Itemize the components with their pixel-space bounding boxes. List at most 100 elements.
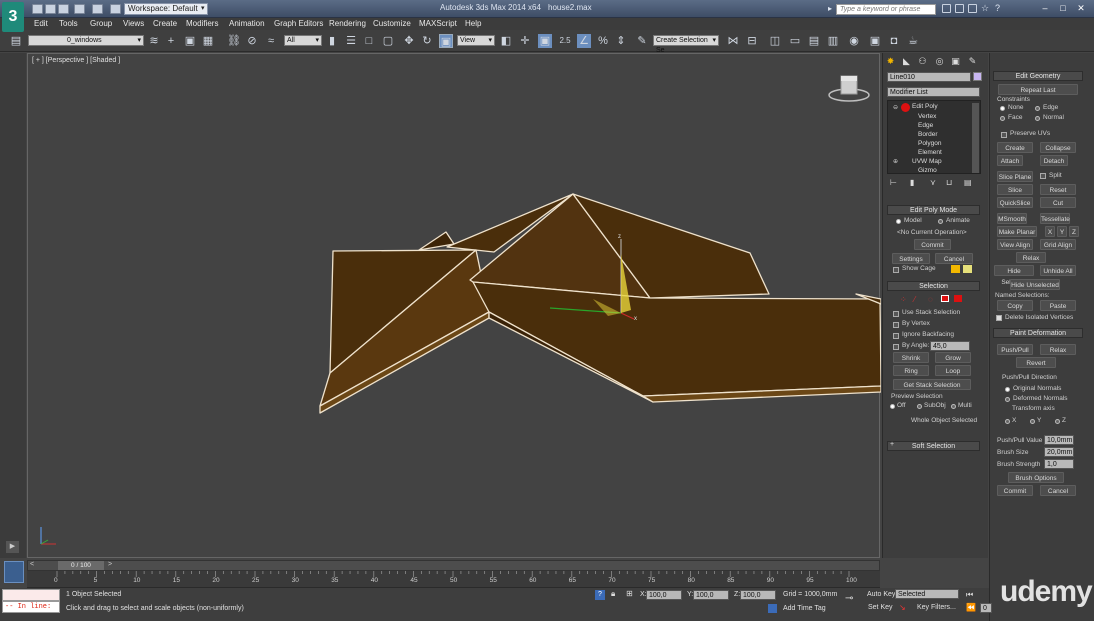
angle-snap-icon[interactable]: ∠	[577, 34, 591, 48]
undo-icon[interactable]	[74, 4, 85, 14]
select-by-name-icon[interactable]: ☰	[344, 34, 358, 48]
create-layer-icon[interactable]: +	[164, 34, 178, 48]
workspace-dropdown[interactable]: Workspace: Default	[124, 3, 208, 15]
hide-unselected-button[interactable]: Hide Unselected	[1010, 279, 1060, 290]
collapse-button[interactable]: Collapse	[1040, 142, 1076, 153]
mini-curve-editor-icon[interactable]	[4, 561, 24, 583]
preserve-uvs-checkbox[interactable]	[1001, 132, 1007, 138]
prev-frame-icon[interactable]: <	[30, 561, 34, 568]
render-setup-icon[interactable]: ▣	[868, 34, 882, 48]
planar-z-button[interactable]: Z	[1069, 226, 1079, 237]
key-filters-button[interactable]: Key Filters...	[917, 604, 956, 611]
ignore-backfacing-checkbox[interactable]	[893, 333, 899, 339]
selection-rollout[interactable]: Selection	[887, 281, 980, 291]
remove-modifier-icon[interactable]: ⊔	[946, 178, 952, 187]
maximize-button[interactable]: □	[1056, 3, 1070, 14]
search-input[interactable]: Type a keyword or phrase	[836, 4, 936, 15]
ring-button[interactable]: Ring	[893, 365, 929, 376]
edit-geometry-rollout[interactable]: Edit Geometry	[993, 71, 1083, 81]
slice-button[interactable]: Slice	[997, 184, 1033, 195]
expand-icon[interactable]: ⊖	[893, 104, 898, 111]
pivot-center-icon[interactable]: ◧	[499, 34, 513, 48]
close-button[interactable]: ✕	[1074, 3, 1088, 14]
brush-options-button[interactable]: Brush Options	[1008, 472, 1064, 483]
open-icon[interactable]	[45, 4, 56, 14]
tessellate-button[interactable]: Tessellate	[1040, 213, 1070, 224]
minimize-button[interactable]: –	[1038, 3, 1052, 14]
shrink-button[interactable]: Shrink	[893, 352, 929, 363]
help-icon[interactable]: ?	[995, 3, 1000, 13]
preview-subobj-radio[interactable]	[917, 404, 922, 409]
select-object-icon[interactable]: ▮	[325, 34, 339, 48]
push-pull-button[interactable]: Push/Pull	[997, 344, 1033, 355]
time-slider[interactable]: < 0 / 100 >	[27, 560, 880, 571]
layer-dropdown[interactable]: 0_windows	[28, 35, 144, 46]
edge-mode-icon[interactable]: ⁄	[914, 295, 915, 304]
display-tab-icon[interactable]: ▣	[949, 55, 962, 67]
menu-animation[interactable]: Animation	[229, 19, 265, 29]
paint-commit-button[interactable]: Commit	[997, 485, 1033, 496]
cage-selected-color-swatch[interactable]	[963, 265, 972, 273]
hierarchy-tab-icon[interactable]: ⚇	[916, 55, 929, 67]
play-icon[interactable]: ▶	[6, 541, 19, 553]
layer-manager-icon[interactable]: ▤	[9, 34, 23, 48]
element-mode-icon[interactable]	[954, 295, 962, 302]
make-planar-button[interactable]: Make Planar	[997, 226, 1037, 237]
cut-button[interactable]: Cut	[1040, 197, 1076, 208]
menu-rendering[interactable]: Rendering	[329, 19, 366, 29]
paint-cancel-button[interactable]: Cancel	[1040, 485, 1076, 496]
cage-color-swatch[interactable]	[951, 265, 960, 273]
current-frame-field[interactable]: 0	[980, 603, 992, 613]
model-radio[interactable]	[896, 219, 901, 224]
stack-item-gizmo[interactable]: Gizmo	[918, 167, 937, 175]
delete-isolated-checkbox[interactable]	[996, 315, 1002, 321]
mirror-icon[interactable]: ⋈	[726, 34, 740, 48]
constraint-edge-radio[interactable]	[1035, 106, 1040, 111]
menu-edit[interactable]: Edit	[34, 19, 48, 29]
named-selection-dropdown[interactable]: Create Selection Se	[653, 35, 719, 54]
app-logo-button[interactable]: 3	[2, 2, 24, 32]
new-icon[interactable]	[32, 4, 43, 14]
deformed-normals-radio[interactable]	[1005, 397, 1010, 402]
keyboard-shortcut-icon[interactable]: ▣	[538, 34, 552, 48]
stack-item-edit-poly[interactable]: Edit Poly	[912, 103, 938, 111]
utilities-tab-icon[interactable]: ✎	[966, 55, 979, 67]
loop-button[interactable]: Loop	[935, 365, 971, 376]
relax-button[interactable]: Relax	[1016, 252, 1046, 263]
angle-value-field[interactable]: 45,0	[930, 341, 970, 351]
stack-scrollbar[interactable]	[972, 103, 979, 173]
set-key-button[interactable]: Set Key	[868, 604, 893, 611]
border-mode-icon[interactable]: ◌	[928, 295, 933, 304]
graphite-toolbar-icon[interactable]: ▭	[788, 34, 802, 48]
planar-x-button[interactable]: X	[1045, 226, 1055, 237]
split-checkbox[interactable]	[1040, 173, 1046, 179]
layer-properties-icon[interactable]: ▦	[201, 34, 215, 48]
reference-coord-dropdown[interactable]: View	[457, 35, 495, 46]
bind-space-warp-icon[interactable]: ≈	[264, 34, 278, 48]
original-normals-radio[interactable]	[1005, 387, 1010, 392]
paint-relax-button[interactable]: Relax	[1040, 344, 1076, 355]
constraint-normal-radio[interactable]	[1035, 116, 1040, 121]
menu-group[interactable]: Group	[90, 19, 112, 29]
go-to-start-icon[interactable]: ⏮	[966, 590, 973, 600]
expand-icon[interactable]: ⊕	[893, 158, 898, 165]
menu-customize[interactable]: Customize	[373, 19, 411, 29]
timeline-ruler[interactable]: 0 5 10 15 20 25 30 35 40 45 50 55 60 65 70 75 80 85 90 95 10…	[27, 571, 880, 588]
edit-named-selection-icon[interactable]: ✎	[635, 34, 649, 48]
rendered-frame-icon[interactable]: ◘	[887, 34, 901, 48]
use-stack-selection-checkbox[interactable]	[893, 311, 899, 317]
key-icon[interactable]: ⊸	[845, 593, 853, 604]
preview-multi-radio[interactable]	[951, 404, 956, 409]
soft-selection-rollout[interactable]: Soft Selection	[887, 441, 980, 451]
push-pull-value-field[interactable]: 10,0mm	[1044, 435, 1074, 445]
commit-button[interactable]: Commit	[914, 239, 951, 250]
menu-modifiers[interactable]: Modifiers	[186, 19, 218, 29]
star-icon[interactable]: ☆	[981, 3, 989, 14]
rotate-icon[interactable]: ↻	[420, 34, 434, 48]
expand-rollout-icon[interactable]: +	[890, 441, 894, 448]
communication-icon[interactable]	[968, 4, 977, 13]
select-layer-icon[interactable]: ▣	[183, 34, 197, 48]
project-folder-icon[interactable]	[110, 4, 121, 14]
repeat-last-button[interactable]: Repeat Last	[998, 84, 1078, 95]
stack-item-element[interactable]: Element	[918, 149, 942, 157]
